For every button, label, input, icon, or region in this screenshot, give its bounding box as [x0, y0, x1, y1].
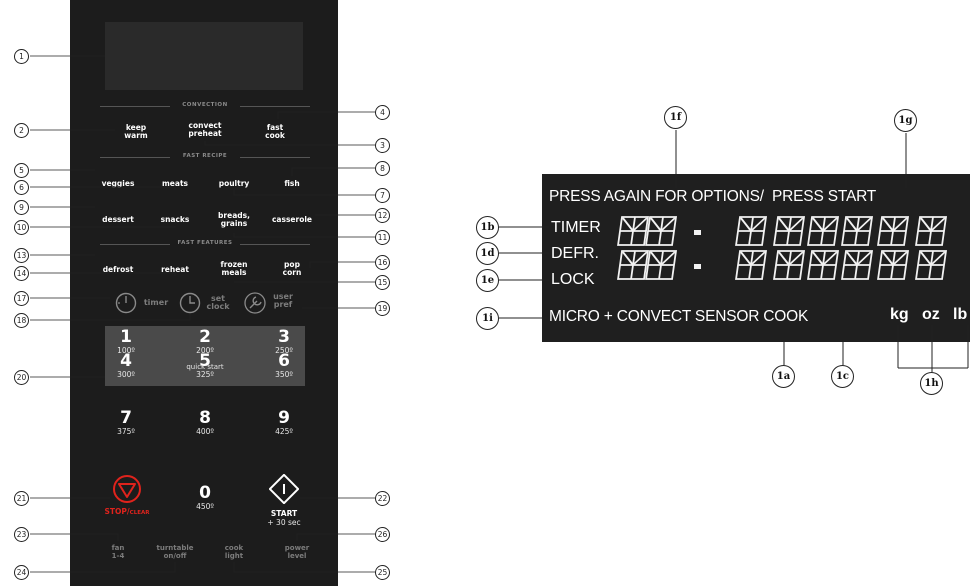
callout-1a: 1a — [772, 365, 795, 388]
callout-1i: 1i — [476, 307, 499, 330]
callout-1g: 1g — [894, 109, 917, 132]
callout-1b: 1b — [476, 216, 499, 239]
callout-1c: 1c — [831, 365, 854, 388]
callout-1d: 1d — [476, 242, 499, 265]
callout-1h: 1h — [920, 372, 943, 395]
callout-1e: 1e — [476, 269, 499, 292]
callout-1f: 1f — [664, 106, 687, 129]
display-leader-lines — [499, 130, 969, 372]
